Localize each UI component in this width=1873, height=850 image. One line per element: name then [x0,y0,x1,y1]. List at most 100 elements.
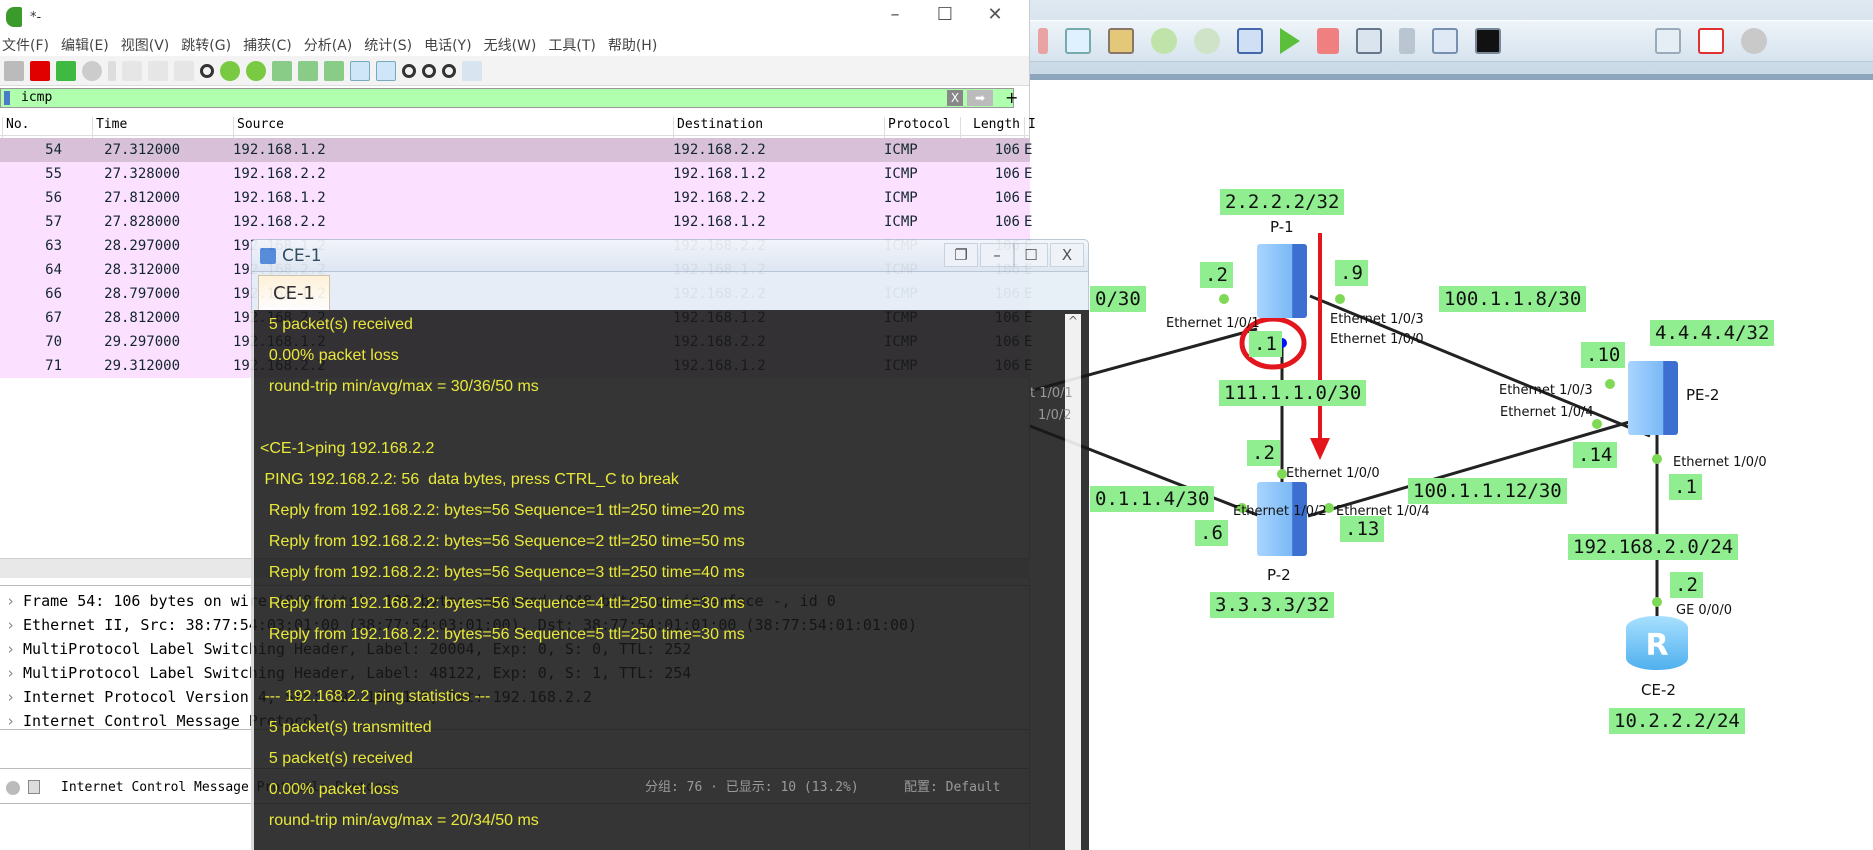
restart-capture-icon[interactable] [56,60,76,81]
menu-item[interactable]: 帮助(H) [608,35,657,55]
grid-icon[interactable] [1432,28,1458,54]
minimize-button[interactable]: – [980,243,1014,267]
go-forward-icon[interactable] [246,60,266,81]
packet-cell: 27.312000 [104,142,180,158]
column-header[interactable]: Protocol [884,117,951,139]
zoom-out-icon[interactable] [422,63,436,78]
expand-chevron-icon[interactable]: › [6,664,15,682]
packet-cell: E [1024,214,1033,230]
bookmark-icon[interactable] [4,91,10,105]
zoom-reset-icon[interactable] [442,63,456,78]
menu-item[interactable]: 捕获(C) [243,35,292,55]
go-back-icon[interactable] [220,60,240,81]
packet-cell: E [1024,166,1033,182]
device-ce2[interactable]: R [1626,616,1688,670]
menu-item[interactable]: 电话(Y) [424,35,471,55]
add-filter-button[interactable]: + [1005,88,1018,107]
close-button[interactable]: ✕ [980,4,1010,25]
gear-icon[interactable] [1741,28,1767,54]
packet-row[interactable]: 56 27.812000 192.168.1.2 192.168.2.2 ICMP 106… [0,186,1032,210]
menu-item[interactable]: 无线(W) [484,35,537,55]
resize-columns-icon[interactable] [462,60,482,81]
restore-button[interactable]: ❐ [944,243,978,267]
console-line: Reply from 192.168.2.2: bytes=56 Sequenc… [260,533,745,550]
zoom-out-icon[interactable] [1194,28,1220,54]
minimize-button[interactable]: – [880,4,910,25]
maximize-button[interactable]: ☐ [1014,243,1048,267]
find-packet-icon[interactable] [200,63,214,78]
autoscroll-icon[interactable] [350,60,370,81]
column-header[interactable]: Source [233,117,284,139]
capture-options-icon[interactable] [82,60,102,81]
console-line: Reply from 192.168.2.2: bytes=56 Sequenc… [260,564,745,581]
column-header[interactable]: I [1024,117,1036,139]
ensp-toolbar-area [1030,0,1873,80]
stop-icon[interactable] [1317,28,1339,54]
column-header[interactable]: No. [2,117,29,139]
first-packet-icon[interactable] [298,60,318,81]
go-to-packet-icon[interactable] [272,60,292,81]
packet-row[interactable]: 57 27.828000 192.168.2.2 192.168.1.2 ICMP 106… [0,210,1033,234]
ip-label: .13 [1340,516,1385,542]
display-filter-input[interactable]: icmp X ➡ [0,88,1014,108]
delete-icon[interactable] [1038,28,1048,54]
packet-row[interactable]: 55 27.328000 192.168.2.2 192.168.1.2 ICMP 106… [0,162,1033,186]
reload-icon[interactable] [174,60,194,81]
stop-capture-icon[interactable] [30,60,50,81]
open-file-icon[interactable] [108,60,116,81]
menu-item[interactable]: 工具(T) [548,35,595,55]
device-p2[interactable] [1257,482,1307,556]
maximize-button[interactable]: ☐ [930,4,960,25]
save-file-icon[interactable] [122,60,142,81]
huawei-logo-icon[interactable] [1698,28,1724,54]
ip-label: 0/30 [1090,286,1146,312]
colorize-icon[interactable] [376,60,396,81]
close-button[interactable]: X [1050,243,1084,267]
menu-item[interactable]: 文件(F) [2,35,49,55]
console-line: round-trip min/avg/max = 20/34/50 ms [260,812,539,829]
annotation-arrowhead [1310,438,1330,460]
ip-label: 100.1.1.12/30 [1408,478,1567,504]
close-file-icon[interactable] [148,60,168,81]
start-capture-icon[interactable] [4,60,24,81]
interface-label: Ethernet 1/0/4 [1500,405,1594,420]
device-p1[interactable] [1257,244,1307,318]
console-output[interactable]: ^ 5 packet(s) received 0.00% packet loss… [251,310,1089,850]
column-header[interactable]: Time [92,117,127,139]
expand-chevron-icon[interactable]: › [6,640,15,658]
apply-filter-button[interactable]: ➡ [967,90,993,106]
zoom-in-icon[interactable] [1151,28,1177,54]
palette-icon[interactable] [1108,28,1134,54]
tab-ce1[interactable]: CE-1 [258,275,330,310]
ip-label: .2 [1247,440,1280,466]
topology-icon[interactable] [1399,28,1415,54]
capture-icon[interactable] [1356,28,1382,54]
ip-label: 4.4.4.4/32 [1650,320,1775,346]
expand-chevron-icon[interactable]: › [6,712,15,730]
column-header[interactable]: Destination [673,117,763,139]
packet-row[interactable]: 54 27.312000 192.168.1.2 192.168.2.2 ICMP 106… [0,138,1032,162]
menu-item[interactable]: 统计(S) [364,35,412,55]
column-header[interactable]: Length [960,117,1020,139]
menu-item[interactable]: 视图(V) [121,35,170,55]
text-note-icon[interactable] [1065,28,1091,54]
ip-label: .1 [1669,474,1702,500]
menu-item[interactable]: 分析(A) [304,35,353,55]
topology-canvas[interactable]: R P-1 P-2 PE-2 CE-2 2.2.2.2/32 3.3.3.3/3… [1030,86,1873,850]
fit-1to1-icon[interactable] [1237,28,1263,54]
device-pe2[interactable] [1628,361,1678,435]
chat-icon[interactable] [1655,28,1681,54]
packet-cell: 71 [45,358,62,374]
zoom-in-icon[interactable] [402,63,416,78]
clear-filter-button[interactable]: X [947,90,963,106]
menu-item[interactable]: 编辑(E) [61,35,109,55]
last-packet-icon[interactable] [324,60,344,81]
expand-chevron-icon[interactable]: › [6,616,15,634]
expand-chevron-icon[interactable]: › [6,592,15,610]
start-icon[interactable] [1280,28,1300,54]
expand-chevron-icon[interactable]: › [6,688,15,706]
status-profile[interactable]: 配置: Default [904,772,1000,804]
menu-item[interactable]: 跳转(G) [181,35,231,55]
terminal-icon[interactable] [1475,28,1501,54]
edit-comment-icon[interactable] [28,780,40,794]
